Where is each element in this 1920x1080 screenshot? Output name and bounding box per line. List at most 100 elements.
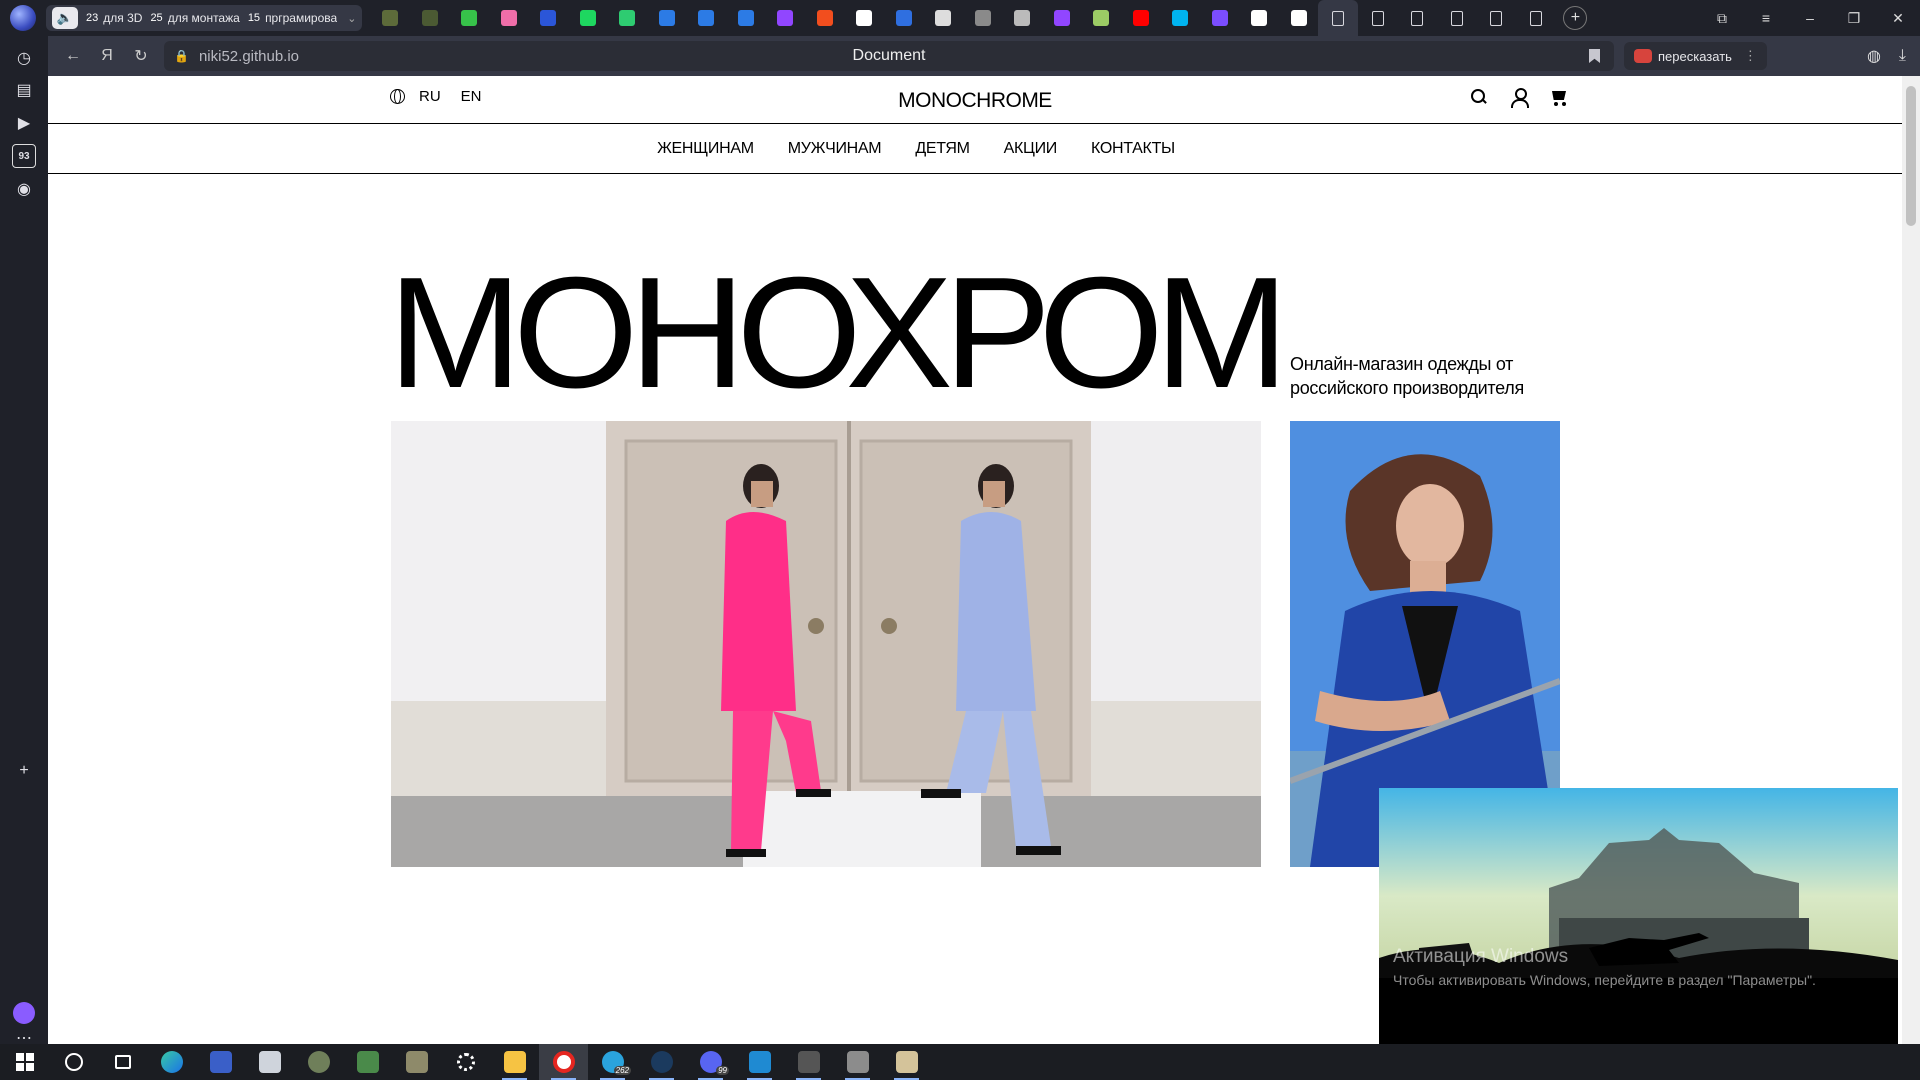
tab-group-count: 15 bbox=[247, 12, 261, 24]
bookmark-icon[interactable] bbox=[1589, 49, 1600, 63]
counter-badge[interactable]: 93 bbox=[12, 144, 36, 168]
reload-button[interactable]: ↻ bbox=[124, 46, 158, 66]
screenshot-icon[interactable]: ◉ bbox=[12, 177, 36, 201]
discord-icon[interactable]: 99 bbox=[686, 1044, 735, 1080]
installer-icon[interactable] bbox=[343, 1044, 392, 1080]
nav-women[interactable]: ЖЕНЩИНАМ bbox=[657, 140, 754, 158]
restore-button[interactable]: ❐ bbox=[1832, 10, 1876, 27]
telegram-icon[interactable]: 262 bbox=[588, 1044, 637, 1080]
collections-icon[interactable]: ⧉ bbox=[1700, 10, 1744, 27]
tab-document[interactable] bbox=[1516, 0, 1556, 36]
tools-icon[interactable] bbox=[882, 1044, 931, 1080]
steam-icon[interactable] bbox=[637, 1044, 686, 1080]
game-overlay-window[interactable]: Активация Windows Чтобы активировать Win… bbox=[1379, 788, 1898, 1080]
balloon-icon bbox=[500, 10, 517, 26]
tab-tank[interactable] bbox=[410, 0, 450, 36]
tab-twitch[interactable] bbox=[1042, 0, 1082, 36]
browser-logo-icon[interactable] bbox=[10, 5, 36, 31]
tab-balloon[interactable] bbox=[489, 0, 529, 36]
document-icon bbox=[1529, 10, 1542, 26]
tab-group-name: прграмирова bbox=[265, 11, 338, 25]
tab-chart-bars[interactable] bbox=[449, 0, 489, 36]
app-icon[interactable] bbox=[196, 1044, 245, 1080]
f-icon bbox=[658, 10, 675, 26]
tab-group-programming[interactable]: 15 прграмирова bbox=[248, 11, 337, 25]
tab-f[interactable] bbox=[686, 0, 726, 36]
site-logo[interactable]: MONOCHROME bbox=[48, 89, 1902, 113]
account-icon[interactable] bbox=[1510, 88, 1529, 108]
wot-launcher-icon[interactable] bbox=[833, 1044, 882, 1080]
tab-g-circle[interactable] bbox=[607, 0, 647, 36]
yandex-button[interactable]: Я bbox=[90, 47, 124, 65]
tab-patreon[interactable] bbox=[844, 0, 884, 36]
tab-avatar[interactable] bbox=[1081, 0, 1121, 36]
tank-game-icon[interactable] bbox=[392, 1044, 441, 1080]
tab-figma[interactable] bbox=[805, 0, 845, 36]
minimize-button[interactable]: – bbox=[1788, 10, 1832, 26]
file-explorer-icon[interactable] bbox=[490, 1044, 539, 1080]
page-scrollbar[interactable] bbox=[1902, 76, 1920, 1044]
chevron-down-icon[interactable]: ⌄ bbox=[347, 12, 356, 25]
nav-sales[interactable]: АКЦИИ bbox=[1004, 140, 1058, 158]
tab-f[interactable] bbox=[726, 0, 766, 36]
tab-group-count: 25 bbox=[150, 12, 163, 24]
assistant-icon[interactable] bbox=[13, 1002, 35, 1024]
tab-youtube[interactable] bbox=[1121, 0, 1161, 36]
tab-planet[interactable] bbox=[528, 0, 568, 36]
tab-document[interactable] bbox=[1437, 0, 1477, 36]
tab-tank[interactable] bbox=[370, 0, 410, 36]
history-icon[interactable]: ◷ bbox=[12, 46, 36, 70]
tab-document[interactable] bbox=[1397, 0, 1437, 36]
tab-mail[interactable] bbox=[884, 0, 924, 36]
settings-icon[interactable] bbox=[441, 1044, 490, 1080]
url-field[interactable]: 🔒 niki52.github.io Document bbox=[164, 41, 1614, 71]
cart-icon[interactable] bbox=[1550, 88, 1568, 106]
retell-button[interactable]: пересказать ⋮ bbox=[1624, 42, 1767, 70]
search-icon[interactable] bbox=[1470, 88, 1488, 106]
tab-twitch[interactable] bbox=[765, 0, 805, 36]
document-icon bbox=[1450, 10, 1463, 26]
video-icon[interactable]: ▶ bbox=[12, 111, 36, 135]
nav-contacts[interactable]: КОНТАКТЫ bbox=[1091, 140, 1175, 158]
mute-tab-button[interactable]: 🔈 bbox=[52, 7, 78, 29]
scrollbar-thumb[interactable] bbox=[1906, 86, 1916, 226]
tab-github[interactable] bbox=[1239, 0, 1279, 36]
window-controls: ⧉ ≡ – ❐ ✕ bbox=[1700, 0, 1920, 36]
tab-shield[interactable] bbox=[963, 0, 1003, 36]
start-button[interactable] bbox=[0, 1044, 49, 1080]
globe-icon[interactable]: ◍ bbox=[1867, 46, 1881, 66]
tab-shield[interactable] bbox=[1002, 0, 1042, 36]
close-button[interactable]: ✕ bbox=[1876, 10, 1920, 27]
tab-f[interactable] bbox=[647, 0, 687, 36]
tab-k[interactable] bbox=[568, 0, 608, 36]
new-tab-button[interactable]: + bbox=[1563, 6, 1588, 30]
download-icon[interactable]: ⤓ bbox=[1899, 47, 1906, 65]
pinned-tabs bbox=[370, 0, 1318, 36]
nav-men[interactable]: МУЖЧИНАМ bbox=[788, 140, 882, 158]
tab-audio[interactable] bbox=[923, 0, 963, 36]
vscode-icon[interactable] bbox=[735, 1044, 784, 1080]
reading-list-icon[interactable]: ▤ bbox=[12, 78, 36, 102]
nav-kids[interactable]: ДЕТЯМ bbox=[915, 140, 970, 158]
tab-document-active[interactable] bbox=[1318, 0, 1358, 36]
tab-document[interactable] bbox=[1476, 0, 1516, 36]
notepad-icon[interactable] bbox=[245, 1044, 294, 1080]
back-button[interactable]: ← bbox=[56, 47, 90, 65]
tab-group-count: 23 bbox=[86, 12, 99, 24]
tab-group-3d[interactable]: 23 для 3D bbox=[86, 11, 142, 25]
more-vertical-icon[interactable]: ⋮ bbox=[1744, 48, 1757, 64]
game-app-icon[interactable] bbox=[294, 1044, 343, 1080]
tab-blue-app[interactable] bbox=[1160, 0, 1200, 36]
edge-icon[interactable] bbox=[147, 1044, 196, 1080]
tab-list[interactable] bbox=[1200, 0, 1240, 36]
menu-icon[interactable]: ≡ bbox=[1744, 10, 1788, 26]
tab-github[interactable] bbox=[1279, 0, 1319, 36]
task-view-icon[interactable] bbox=[98, 1044, 147, 1080]
yandex-browser-icon[interactable] bbox=[539, 1044, 588, 1080]
search-icon[interactable] bbox=[49, 1044, 98, 1080]
tab-document[interactable] bbox=[1358, 0, 1398, 36]
add-panel-icon[interactable]: + bbox=[12, 759, 36, 783]
unity-icon[interactable] bbox=[784, 1044, 833, 1080]
tab-group-editing[interactable]: 25 для монтажа bbox=[150, 11, 239, 25]
lock-icon[interactable]: 🔒 bbox=[174, 49, 189, 63]
